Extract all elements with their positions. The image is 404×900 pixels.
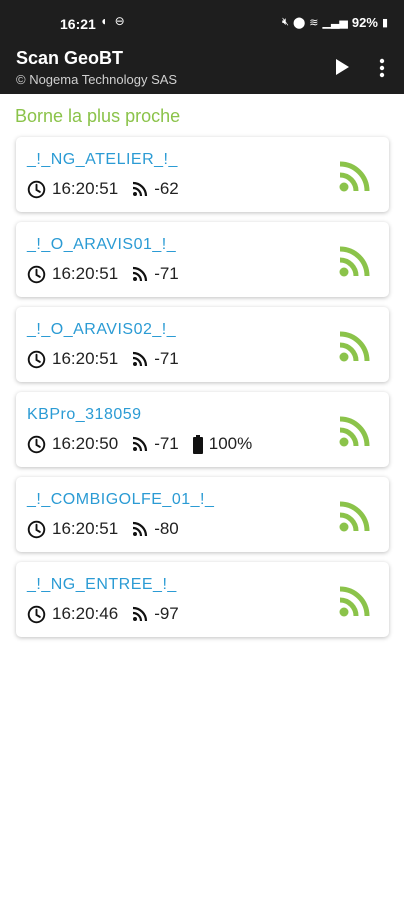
status-time: 16:21 — [60, 16, 96, 32]
location-icon: ⬤ — [292, 17, 306, 29]
device-card[interactable]: _!_O_ARAVIS01_!_ 16:20:51 -71 — [16, 222, 389, 297]
device-card[interactable]: KBPro_318059 16:20:50 -71 100% — [16, 392, 389, 467]
wifi-signal-icon — [339, 161, 370, 192]
device-card[interactable]: _!_O_ARAVIS02_!_ 16:20:51 -71 — [16, 307, 389, 382]
device-name: _!_NG_ATELIER_!_ — [27, 151, 178, 168]
clock-icon — [27, 435, 46, 453]
signal-strength-icon — [133, 606, 148, 622]
device-info: 16:20:51 -80 — [27, 519, 179, 539]
wifi-signal-icon — [339, 501, 370, 532]
rssi-value: -71 — [154, 349, 179, 368]
last-seen-time: 16:20:51 — [52, 349, 119, 368]
mute-icon: 🔇︎ — [282, 16, 289, 28]
device-name: _!_O_ARAVIS02_!_ — [27, 321, 177, 338]
device-card[interactable]: _!_NG_ATELIER_!_ 16:20:51 -62 — [16, 137, 389, 212]
wifi-signal-icon — [339, 416, 370, 447]
battery-level: 92% — [351, 15, 378, 30]
device-name: _!_O_ARAVIS01_!_ — [27, 236, 177, 253]
signal-strength-icon — [133, 181, 148, 197]
signal-strength-icon — [133, 521, 148, 537]
wifi-signal-icon — [339, 331, 370, 362]
device-name: _!_COMBIGOLFE_01_!_ — [27, 491, 215, 508]
device-card[interactable]: _!_NG_ENTREE_!_ 16:20:46 -97 — [16, 562, 389, 637]
wifi-signal-icon — [339, 246, 370, 277]
battery-value: 100% — [208, 434, 253, 453]
signal-strength-icon — [133, 351, 148, 367]
more-options-icon[interactable] — [374, 58, 390, 78]
last-seen-time: 16:20:46 — [52, 604, 119, 623]
device-info: 16:20:51 -71 — [27, 349, 179, 369]
battery-icon — [192, 434, 203, 454]
last-seen-time: 16:20:51 — [52, 264, 119, 283]
last-seen-time: 16:20:50 — [52, 434, 119, 453]
notification-dot-icon: ◖ — [100, 14, 110, 28]
device-name: KBPro_318059 — [27, 406, 142, 423]
rssi-value: -62 — [154, 179, 179, 198]
app-title: Scan GeoBT — [16, 48, 124, 68]
do-not-disturb-icon: ⊖ — [114, 14, 127, 28]
cellular-icon: ▁▃▅ — [322, 17, 348, 29]
rssi-value: -97 — [154, 604, 179, 623]
notification-icons: ◖ ⊖ — [100, 14, 127, 28]
clock-icon — [27, 180, 46, 198]
device-info: 16:20:51 -62 — [27, 179, 179, 199]
rssi-value: -80 — [154, 519, 179, 538]
status-bar: 16:21 ◖ ⊖ 🔇︎ ⬤ ≋ ▁▃▅ 92% ▮ — [0, 0, 404, 44]
device-name: _!_NG_ENTREE_!_ — [27, 576, 177, 593]
clock-icon — [27, 350, 46, 368]
wifi-status-icon: ≋ — [309, 17, 319, 29]
device-info: 16:20:51 -71 — [27, 264, 179, 284]
device-card[interactable]: _!_COMBIGOLFE_01_!_ 16:20:51 -80 — [16, 477, 389, 552]
signal-strength-icon — [133, 266, 148, 282]
rssi-value: -71 — [154, 434, 179, 453]
wifi-signal-icon — [339, 586, 370, 617]
last-seen-time: 16:20:51 — [52, 179, 119, 198]
status-indicators: 🔇︎ ⬤ ≋ ▁▃▅ 92% ▮ — [282, 15, 388, 30]
device-info: 16:20:50 -71 100% — [27, 434, 252, 454]
battery-icon: ▮ — [381, 17, 388, 29]
app-bar: Scan GeoBT © Nogema Technology SAS — [0, 44, 404, 94]
rssi-value: -71 — [154, 264, 179, 283]
device-info: 16:20:46 -97 — [27, 604, 179, 624]
clock-icon — [27, 265, 46, 283]
last-seen-time: 16:20:51 — [52, 519, 119, 538]
clock-icon — [27, 520, 46, 538]
signal-strength-icon — [133, 436, 148, 452]
clock-icon — [27, 605, 46, 623]
app-subtitle: © Nogema Technology SAS — [16, 72, 178, 87]
play-icon[interactable] — [334, 58, 350, 76]
section-title: Borne la plus proche — [15, 106, 181, 126]
